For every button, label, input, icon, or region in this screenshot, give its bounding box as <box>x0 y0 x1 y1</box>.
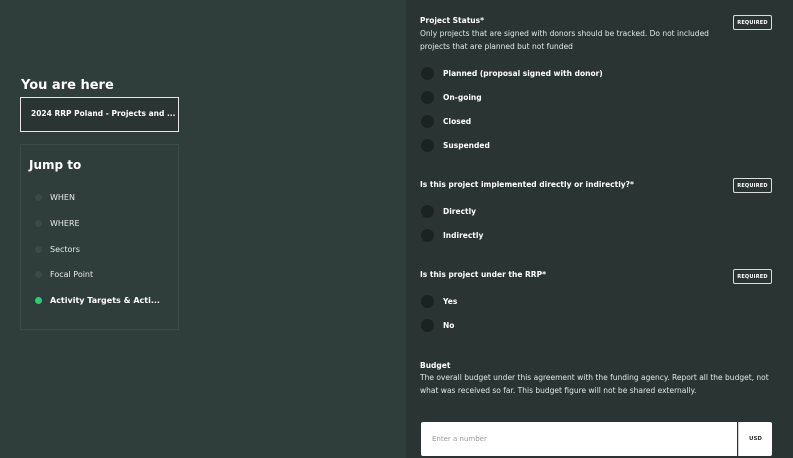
jump-item-activity-targets[interactable]: Activity Targets & Acti... <box>35 296 160 305</box>
jump-item-sectors[interactable]: Sectors <box>35 245 80 254</box>
jump-item-label: WHEN <box>50 193 75 202</box>
option-label: Suspended <box>443 141 490 150</box>
radio-button[interactable] <box>421 91 434 104</box>
option-label: Planned (proposal signed with donor) <box>443 69 603 78</box>
jump-item-label: Sectors <box>50 245 80 254</box>
option-directly[interactable]: Directly <box>421 205 476 218</box>
currency-unit: USD <box>738 422 772 456</box>
radio-button[interactable] <box>421 319 434 332</box>
project-status-label: Project Status* <box>420 16 485 25</box>
bullet-icon <box>35 246 42 253</box>
option-no[interactable]: No <box>421 319 454 332</box>
radio-button[interactable] <box>421 205 434 218</box>
implementation-label: Is this project implemented directly or … <box>420 180 634 189</box>
bullet-icon <box>35 194 42 201</box>
bullet-icon <box>35 220 42 227</box>
radio-button[interactable] <box>421 295 434 308</box>
active-bullet-icon <box>35 297 42 304</box>
radio-button[interactable] <box>421 229 434 242</box>
option-indirectly[interactable]: Indirectly <box>421 229 483 242</box>
option-yes[interactable]: Yes <box>421 295 457 308</box>
bullet-icon <box>35 271 42 278</box>
you-are-here-breadcrumb[interactable]: 2024 RRP Poland - Projects and ... <box>20 97 179 132</box>
you-are-here-title: You are here <box>21 78 114 93</box>
jump-item-focal-point[interactable]: Focal Point <box>35 270 93 279</box>
option-label: Closed <box>443 117 472 126</box>
jump-item-label: WHERE <box>50 219 80 228</box>
option-label: Yes <box>443 297 458 306</box>
project-status-description: Only projects that are signed with donor… <box>420 29 709 51</box>
jump-to-panel: Jump to WHEN WHERE Sectors Focal Point A… <box>20 144 179 330</box>
option-label: Directly <box>443 207 477 216</box>
jump-item-where[interactable]: WHERE <box>35 219 80 228</box>
budget-label: Budget <box>420 361 451 370</box>
jump-item-when[interactable]: WHEN <box>35 193 75 202</box>
option-suspended[interactable]: Suspended <box>421 139 490 152</box>
option-on-going[interactable]: On-going <box>421 91 482 104</box>
required-badge: REQUIRED <box>733 269 772 284</box>
jump-item-label: Focal Point <box>50 270 94 279</box>
option-planned[interactable]: Planned (proposal signed with donor) <box>421 67 603 80</box>
required-badge: REQUIRED <box>733 178 772 193</box>
jump-item-label: Activity Targets & Acti... <box>50 296 160 305</box>
required-badge: REQUIRED <box>733 15 772 30</box>
option-label: Indirectly <box>443 231 484 240</box>
budget-description: The overall budget under this agreement … <box>420 373 769 395</box>
radio-button[interactable] <box>421 115 434 128</box>
rrp-label: Is this project under the RRP* <box>420 270 546 279</box>
radio-button[interactable] <box>421 139 434 152</box>
jump-to-title: Jump to <box>29 158 82 172</box>
option-label: No <box>443 321 455 330</box>
option-closed[interactable]: Closed <box>421 115 471 128</box>
budget-input[interactable] <box>421 422 737 456</box>
radio-button[interactable] <box>421 67 434 80</box>
option-label: On-going <box>443 93 482 102</box>
